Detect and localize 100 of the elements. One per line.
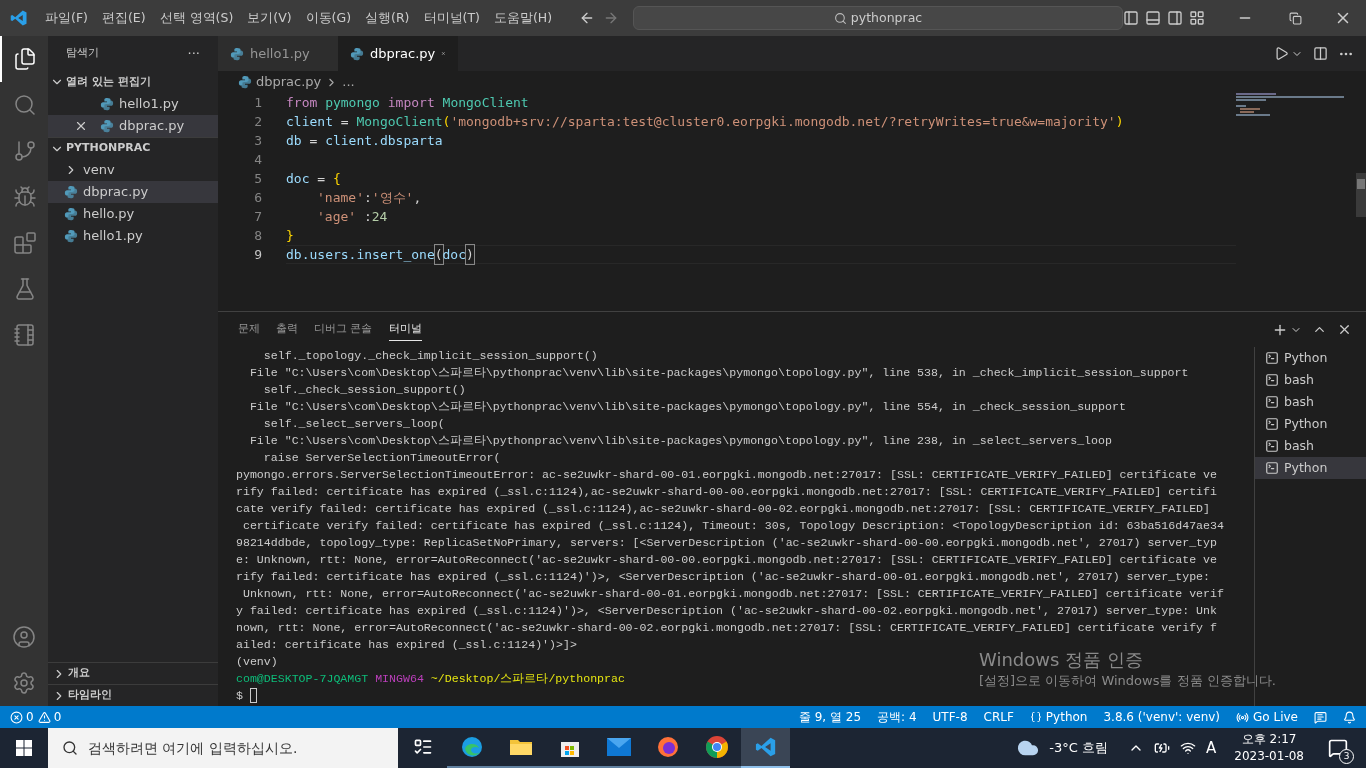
command-search-field[interactable]: pythonprac xyxy=(633,6,1124,30)
terminal-line: rify failed: certificate has expired (_ssl.c:1124),ac-se2uwkr-shard-00-00.eorpgki.mongodb.net:27017: [SSL: CERTIFICATE_VERIFY_FAILED] certifi xyxy=(236,484,1217,500)
folder-name: venv xyxy=(83,161,115,180)
windows-start-icon[interactable] xyxy=(16,740,32,756)
feedback-icon[interactable] xyxy=(1314,710,1327,724)
editor-tab[interactable]: dbprac.py xyxy=(338,36,458,71)
terminal-session-item[interactable]: bash xyxy=(1255,391,1366,413)
clock-date[interactable]: 2023-01-08 xyxy=(1234,748,1304,765)
line-number: 1 xyxy=(253,93,262,112)
language-mode[interactable]: Python xyxy=(1045,708,1088,726)
ribbon-logo-icon xyxy=(754,736,777,758)
more-actions-button[interactable]: ··· xyxy=(187,43,200,64)
terminal-line: com@DESKTOP-7JQAMGT MINGW64 ~/Desktop/스파르타/pythonprac xyxy=(236,671,625,687)
section-label: PYTHONPRAC xyxy=(66,140,151,157)
search-icon xyxy=(62,740,78,756)
braces-icon xyxy=(1029,711,1042,723)
breadcrumb-item[interactable]: dbprac.py xyxy=(256,72,322,92)
session-name: Python xyxy=(1284,458,1328,477)
split-editor-icon[interactable] xyxy=(1313,46,1328,61)
tab-label: hello1.py xyxy=(250,44,310,63)
open-editor-item[interactable]: hello1.py xyxy=(48,93,218,115)
section-header[interactable]: 개요 xyxy=(48,662,218,684)
panel-tab[interactable]: 터미널 xyxy=(388,317,422,342)
menu-item[interactable]: 이동(G) xyxy=(298,8,359,28)
terminal-session-item[interactable]: Python xyxy=(1255,347,1366,369)
terminal-icon xyxy=(1265,439,1279,453)
menu-item[interactable]: 편집(E) xyxy=(94,8,153,28)
input-language[interactable]: A xyxy=(1206,736,1217,760)
indentation[interactable]: 공백: 4 xyxy=(877,708,917,726)
code-line: from pymongo import MongoClient xyxy=(286,93,530,112)
code-line: } xyxy=(286,226,295,245)
terminal-line: y failed: certificate has expired (_ssl.c:1124)')>, <ServerDescription ('ac-se2uwkr-shard-00-02.eorpgki.mongodb.net', 27017) server_type: Unk xyxy=(236,603,1217,619)
close-icon[interactable] xyxy=(1337,322,1352,337)
secondary-sidebar-icon[interactable] xyxy=(1167,10,1184,26)
menu-item[interactable]: 도움말(H) xyxy=(486,8,560,28)
menu-item[interactable]: 선택 영역(S) xyxy=(152,8,241,28)
battery-icon[interactable] xyxy=(1154,740,1170,756)
python-file-icon xyxy=(64,207,78,221)
go-live-button[interactable]: Go Live xyxy=(1253,708,1298,726)
terminal-session-item[interactable]: Python xyxy=(1255,457,1366,479)
line-number: 9 xyxy=(253,245,262,264)
error-count[interactable]: 0 xyxy=(26,708,34,726)
close-icon[interactable] xyxy=(74,119,88,133)
terminal-icon xyxy=(1265,461,1279,475)
file-item[interactable]: hello1.py xyxy=(48,225,218,247)
python-file-icon xyxy=(230,46,244,61)
terminal-line: raise ServerSelectionTimeoutError( xyxy=(262,450,501,466)
menu-item[interactable]: 실행(R) xyxy=(358,8,417,28)
task-view-icon xyxy=(412,737,433,757)
breadcrumb-item[interactable]: ... xyxy=(342,72,355,92)
account-icon[interactable] xyxy=(12,625,36,649)
panel-tab[interactable]: 문제 xyxy=(238,317,260,342)
section-header[interactable]: PYTHONPRAC xyxy=(48,137,218,159)
line-ending[interactable]: CRLF xyxy=(983,708,1014,726)
editor-tab[interactable]: hello1.py xyxy=(218,36,338,71)
cursor-position[interactable]: 줄 9, 열 25 xyxy=(798,708,862,726)
terminal-line: 98214ddbde, topology_type: ReplicaSetNoPrimary, servers: [<ServerDescription ('ac-se2uwkr-shard-00-00.eorpgki.mongodb.net', 27017) server_typ xyxy=(236,535,1217,551)
layout-icon[interactable] xyxy=(1189,10,1206,26)
code-line: doc = { xyxy=(286,169,342,188)
taskbar-search-field[interactable]: 검색하려면 여기에 입력하십시오. xyxy=(48,728,398,768)
settings-icon[interactable] xyxy=(12,671,36,695)
menu-item[interactable]: 터미널(T) xyxy=(416,8,487,28)
encoding[interactable]: UTF-8 xyxy=(932,708,968,726)
testing-icon xyxy=(13,277,37,301)
terminal-icon xyxy=(1265,395,1279,409)
run-icon[interactable] xyxy=(1274,46,1289,61)
warning-icon xyxy=(37,710,51,724)
file-item[interactable]: hello.py xyxy=(48,203,218,225)
file-name: dbprac.py xyxy=(119,117,185,136)
file-item[interactable]: dbprac.py xyxy=(48,181,218,203)
chrome-ball-icon xyxy=(704,735,729,759)
python-file-icon xyxy=(100,97,114,111)
folder-item[interactable]: venv xyxy=(48,159,218,181)
terminal-icon xyxy=(1265,373,1279,387)
panel-tab[interactable]: 출력 xyxy=(276,317,298,342)
warning-count[interactable]: 0 xyxy=(53,708,62,726)
panel-tab[interactable]: 디버그 콘솔 xyxy=(314,317,373,342)
weather-text[interactable]: -3°C 흐림 xyxy=(1049,738,1108,758)
python-file-icon xyxy=(238,75,252,89)
python-file-icon xyxy=(350,46,364,61)
sidebar-toggle-icon[interactable] xyxy=(1123,10,1140,26)
clock-time[interactable]: 오후 2:17 xyxy=(1241,731,1297,748)
panel-toggle-icon[interactable] xyxy=(1145,10,1162,26)
interpreter[interactable]: 3.8.6 ('venv': venv) xyxy=(1103,708,1221,726)
search-icon xyxy=(13,93,37,117)
code-line: db = client.dbsparta xyxy=(286,131,444,150)
line-number: 7 xyxy=(253,207,262,226)
terminal-session-item[interactable]: bash xyxy=(1255,435,1366,457)
terminal-session-item[interactable]: bash xyxy=(1255,369,1366,391)
bell-icon[interactable] xyxy=(1343,710,1356,724)
restore-icon[interactable] xyxy=(1289,11,1303,25)
tab-label: dbprac.py xyxy=(370,44,436,63)
section-header[interactable]: 열려 있는 편집기 xyxy=(48,71,218,93)
terminal-line: $ xyxy=(236,687,257,704)
menu-item[interactable]: 파일(F) xyxy=(38,8,95,28)
menu-item[interactable]: 보기(V) xyxy=(240,8,299,28)
wifi-icon[interactable] xyxy=(1180,740,1196,756)
open-editor-item[interactable]: dbprac.py xyxy=(48,115,218,137)
terminal-session-item[interactable]: Python xyxy=(1255,413,1366,435)
line-number: 4 xyxy=(253,150,262,169)
